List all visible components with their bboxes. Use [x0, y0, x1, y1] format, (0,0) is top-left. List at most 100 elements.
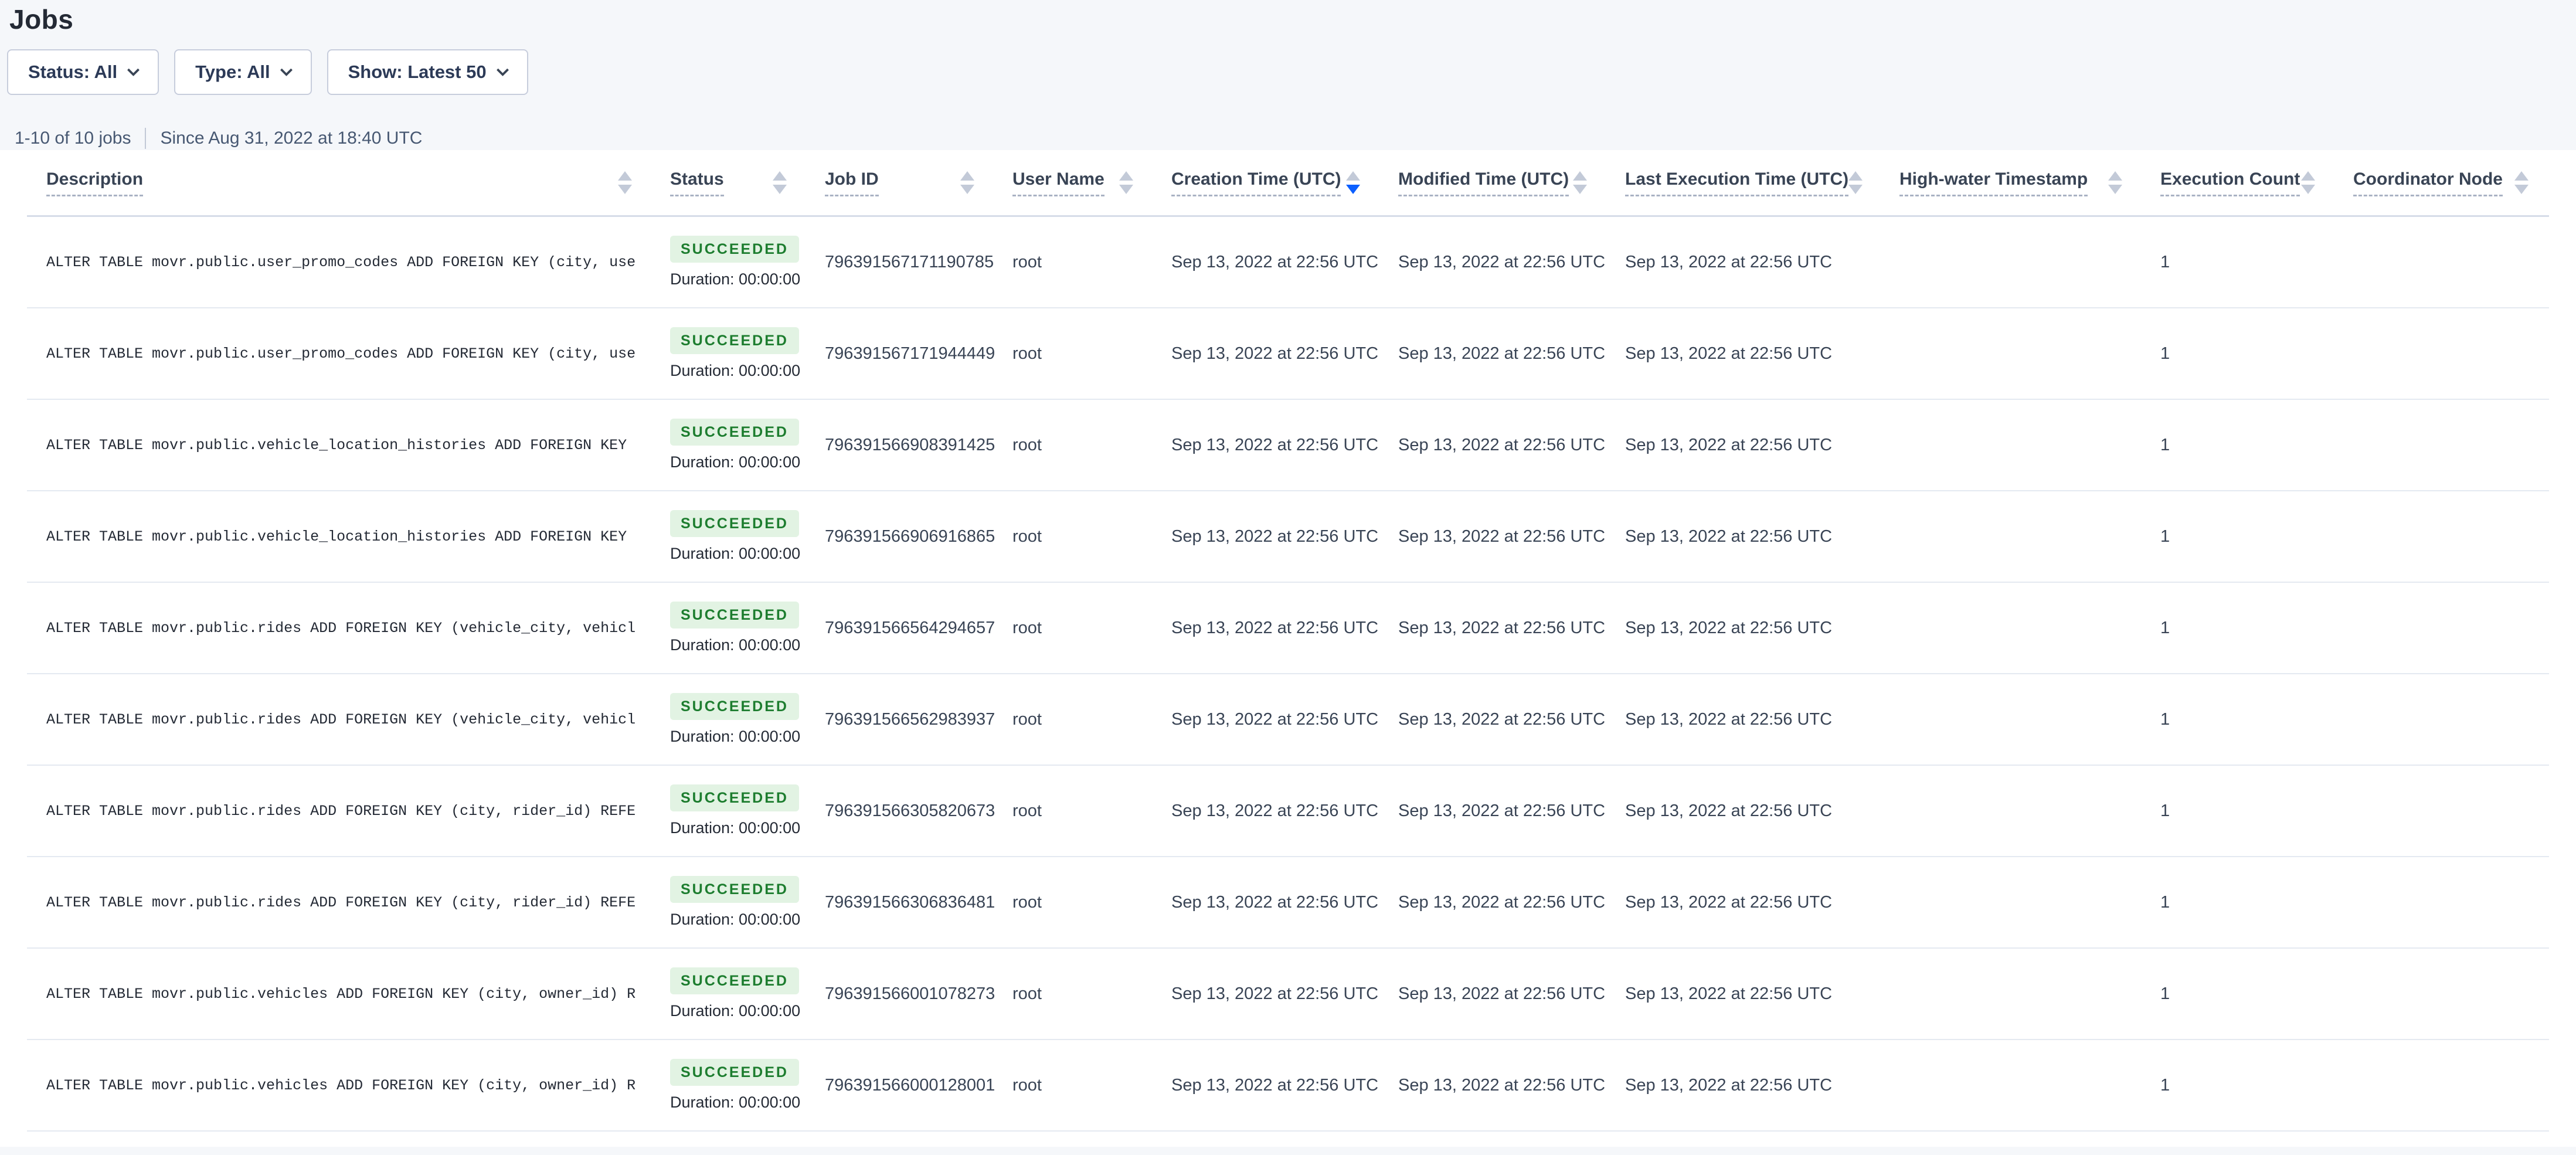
job-status-cell: SUCCEEDED Duration: 00:00:00	[670, 602, 825, 654]
modified-time-cell: Sep 13, 2022 at 22:56 UTC	[1398, 436, 1625, 455]
job-description-link[interactable]: ALTER TABLE movr.public.rides ADD FOREIG…	[46, 894, 640, 911]
job-id-cell: 796391566564294657	[825, 619, 1012, 638]
job-status-cell: SUCCEEDED Duration: 00:00:00	[670, 510, 825, 563]
job-description-link[interactable]: ALTER TABLE movr.public.vehicle_location…	[46, 437, 640, 454]
type-filter-label: Type: All	[195, 62, 270, 83]
table-row: ALTER TABLE movr.public.rides ADD FOREIG…	[27, 857, 2549, 949]
job-id-cell: 796391566306836481	[825, 893, 1012, 912]
sort-icon[interactable]	[1119, 171, 1133, 194]
status-badge: SUCCEEDED	[670, 1059, 799, 1086]
table-row: ALTER TABLE movr.public.vehicle_location…	[27, 491, 2549, 583]
job-duration: Duration: 00:00:00	[670, 819, 800, 837]
summary-divider	[145, 128, 146, 149]
job-description-link[interactable]: ALTER TABLE movr.public.rides ADD FOREIG…	[46, 711, 640, 728]
user-name-cell: root	[1012, 1076, 1171, 1095]
creation-time-cell: Sep 13, 2022 at 22:56 UTC	[1171, 253, 1398, 272]
column-header-label[interactable]: Modified Time (UTC)	[1398, 169, 1569, 196]
status-badge: SUCCEEDED	[670, 602, 799, 629]
job-duration: Duration: 00:00:00	[670, 1093, 800, 1112]
sort-icon-active-desc[interactable]	[1346, 171, 1360, 194]
execution-count-cell: 1	[2160, 710, 2353, 729]
column-header-label[interactable]: Execution Count	[2160, 169, 2300, 196]
sort-icon[interactable]	[1848, 171, 1863, 194]
jobs-table-body: ALTER TABLE movr.public.user_promo_codes…	[27, 217, 2549, 1132]
job-duration: Duration: 00:00:00	[670, 728, 800, 746]
modified-time-cell: Sep 13, 2022 at 22:56 UTC	[1398, 619, 1625, 638]
last-execution-time-cell: Sep 13, 2022 at 22:56 UTC	[1625, 984, 1899, 1004]
creation-time-cell: Sep 13, 2022 at 22:56 UTC	[1171, 984, 1398, 1004]
job-duration: Duration: 00:00:00	[670, 911, 800, 929]
user-name-cell: root	[1012, 893, 1171, 912]
job-description-link[interactable]: ALTER TABLE movr.public.rides ADD FOREIG…	[46, 803, 640, 820]
job-description-link[interactable]: ALTER TABLE movr.public.vehicle_location…	[46, 528, 640, 545]
job-description-link[interactable]: ALTER TABLE movr.public.rides ADD FOREIG…	[46, 620, 640, 637]
user-name-cell: root	[1012, 619, 1171, 638]
column-header-label[interactable]: Description	[46, 169, 143, 196]
creation-time-cell: Sep 13, 2022 at 22:56 UTC	[1171, 344, 1398, 364]
last-execution-time-cell: Sep 13, 2022 at 22:56 UTC	[1625, 253, 1899, 272]
column-header-job-id: Job ID	[825, 150, 1012, 215]
modified-time-cell: Sep 13, 2022 at 22:56 UTC	[1398, 1076, 1625, 1095]
page-header: Jobs Status: All Type: All Show: Latest …	[0, 0, 2576, 150]
column-header-label[interactable]: Status	[670, 169, 724, 196]
column-header-label[interactable]: High-water Timestamp	[1899, 169, 2088, 196]
chevron-down-icon	[127, 63, 140, 76]
status-badge: SUCCEEDED	[670, 327, 799, 354]
job-id-cell: 796391566305820673	[825, 801, 1012, 821]
last-execution-time-cell: Sep 13, 2022 at 22:56 UTC	[1625, 527, 1899, 546]
sort-icon[interactable]	[2514, 171, 2529, 194]
status-badge: SUCCEEDED	[670, 967, 799, 994]
since-text: Since Aug 31, 2022 at 18:40 UTC	[160, 128, 422, 148]
column-header-label[interactable]: Coordinator Node	[2353, 169, 2503, 196]
user-name-cell: root	[1012, 436, 1171, 455]
results-summary: 1-10 of 10 jobs Since Aug 31, 2022 at 18…	[5, 128, 2576, 149]
sort-icon[interactable]	[2301, 171, 2315, 194]
creation-time-cell: Sep 13, 2022 at 22:56 UTC	[1171, 527, 1398, 546]
sort-icon[interactable]	[773, 171, 787, 194]
column-header-label[interactable]: Job ID	[825, 169, 879, 196]
column-header-label[interactable]: User Name	[1012, 169, 1105, 196]
job-duration: Duration: 00:00:00	[670, 453, 800, 471]
last-execution-time-cell: Sep 13, 2022 at 22:56 UTC	[1625, 893, 1899, 912]
user-name-cell: root	[1012, 801, 1171, 821]
modified-time-cell: Sep 13, 2022 at 22:56 UTC	[1398, 710, 1625, 729]
creation-time-cell: Sep 13, 2022 at 22:56 UTC	[1171, 893, 1398, 912]
job-status-cell: SUCCEEDED Duration: 00:00:00	[670, 327, 825, 380]
execution-count-cell: 1	[2160, 527, 2353, 546]
status-badge: SUCCEEDED	[670, 693, 799, 720]
job-status-cell: SUCCEEDED Duration: 00:00:00	[670, 876, 825, 929]
sort-icon[interactable]	[2108, 171, 2122, 194]
column-header-label[interactable]: Last Execution Time (UTC)	[1625, 169, 1848, 196]
sort-icon[interactable]	[960, 171, 974, 194]
column-header-last-execution-time: Last Execution Time (UTC)	[1625, 150, 1899, 215]
column-header-high-water-timestamp: High-water Timestamp	[1899, 150, 2160, 215]
status-filter-dropdown[interactable]: Status: All	[7, 49, 159, 95]
job-duration: Duration: 00:00:00	[670, 362, 800, 380]
job-description-link[interactable]: ALTER TABLE movr.public.user_promo_codes…	[46, 345, 640, 362]
sort-icon[interactable]	[618, 171, 632, 194]
column-header-status: Status	[670, 150, 825, 215]
modified-time-cell: Sep 13, 2022 at 22:56 UTC	[1398, 527, 1625, 546]
job-description-link[interactable]: ALTER TABLE movr.public.user_promo_codes…	[46, 254, 640, 271]
creation-time-cell: Sep 13, 2022 at 22:56 UTC	[1171, 1076, 1398, 1095]
creation-time-cell: Sep 13, 2022 at 22:56 UTC	[1171, 801, 1398, 821]
sort-icon[interactable]	[1573, 171, 1587, 194]
jobs-table-panel: Description Status Job ID User Name Crea…	[0, 150, 2576, 1147]
type-filter-dropdown[interactable]: Type: All	[174, 49, 311, 95]
status-badge: SUCCEEDED	[670, 236, 799, 263]
creation-time-cell: Sep 13, 2022 at 22:56 UTC	[1171, 436, 1398, 455]
column-header-label[interactable]: Creation Time (UTC)	[1171, 169, 1341, 196]
job-status-cell: SUCCEEDED Duration: 00:00:00	[670, 967, 825, 1020]
job-description-link[interactable]: ALTER TABLE movr.public.vehicles ADD FOR…	[46, 986, 640, 1003]
show-filter-dropdown[interactable]: Show: Latest 50	[327, 49, 528, 95]
job-id-cell: 796391566562983937	[825, 710, 1012, 729]
status-badge: SUCCEEDED	[670, 784, 799, 811]
job-id-cell: 796391566906916865	[825, 527, 1012, 546]
status-badge: SUCCEEDED	[670, 510, 799, 537]
job-description-link[interactable]: ALTER TABLE movr.public.vehicles ADD FOR…	[46, 1077, 640, 1094]
table-row: ALTER TABLE movr.public.user_promo_codes…	[27, 308, 2549, 400]
table-row: ALTER TABLE movr.public.vehicle_location…	[27, 400, 2549, 491]
modified-time-cell: Sep 13, 2022 at 22:56 UTC	[1398, 984, 1625, 1004]
modified-time-cell: Sep 13, 2022 at 22:56 UTC	[1398, 801, 1625, 821]
user-name-cell: root	[1012, 344, 1171, 364]
